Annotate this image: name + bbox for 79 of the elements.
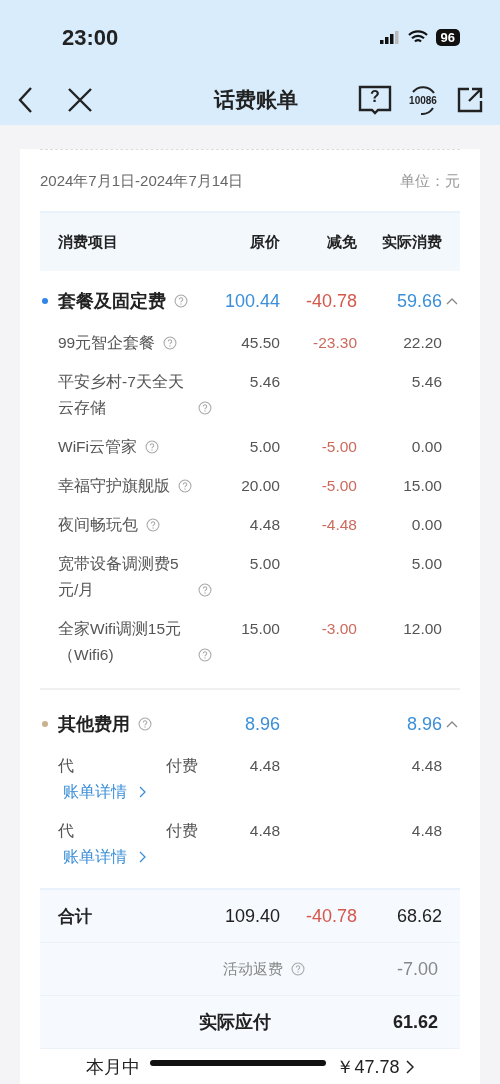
amount: 4.48 (410, 755, 442, 776)
item-name: WiFi云管家 (58, 436, 137, 457)
item-name: 付费 (166, 756, 198, 774)
item-name: 宽带设备调测费5元/月 (58, 553, 180, 600)
amount: 5.00 (410, 553, 442, 574)
item-name: 幸福守护旗舰版 (58, 475, 170, 496)
amount: 109.40 (223, 905, 280, 927)
amount: 100.44 (223, 290, 280, 312)
help-icon[interactable] (291, 962, 305, 976)
column-header: 实际消费 (381, 232, 442, 252)
discount: -3.00 (320, 618, 357, 639)
amount: 4.48 (248, 820, 280, 841)
hotline-button[interactable]: 10086 (406, 83, 440, 117)
amount: 61.62 (391, 1011, 439, 1033)
column-header: 原价 (249, 232, 280, 252)
amount: 15.00 (402, 475, 442, 496)
amount: 20.00 (240, 475, 280, 496)
help-icon[interactable] (178, 478, 192, 493)
help-icon[interactable] (198, 647, 212, 662)
group-name: 其他费用 (58, 713, 130, 736)
item-name: 夜间畅玩包 (58, 514, 138, 535)
amount: 8.96 (405, 713, 442, 735)
discount: -40.78 (304, 905, 357, 927)
amount: 12.00 (402, 618, 442, 639)
help-icon[interactable] (198, 400, 212, 415)
amount: 4.48 (248, 755, 280, 776)
rebate-label: 活动返费 (223, 959, 283, 979)
savings-text[interactable]: 本月中 (86, 1055, 141, 1079)
discount: -40.78 (304, 290, 357, 312)
amount: 45.50 (240, 332, 280, 353)
clock: 23:00 (62, 24, 119, 51)
payable-label: 实际应付 (198, 1011, 272, 1034)
group-name: 套餐及固定费 (58, 290, 166, 313)
discount: -23.30 (312, 332, 357, 353)
signal-icon (379, 30, 400, 45)
help-icon[interactable] (138, 717, 152, 731)
amount: 5.00 (248, 553, 280, 574)
bill-details-link[interactable]: 账单详情 (58, 846, 146, 868)
item-name: 平安乡村-7天全天云存储 (58, 371, 185, 418)
amount: 0.00 (410, 436, 442, 457)
share-button[interactable] (456, 86, 484, 114)
amount: 22.20 (402, 332, 442, 353)
battery-level: 96 (435, 29, 460, 46)
amount: 5.46 (248, 371, 280, 392)
help-icon[interactable] (163, 335, 178, 350)
page-title: 话费账单 (212, 87, 299, 113)
amount: 68.62 (395, 905, 442, 927)
help-icon[interactable] (174, 294, 188, 308)
help-icon[interactable] (145, 439, 159, 454)
column-header: 消费项目 (58, 232, 119, 252)
amount: 8.96 (243, 713, 280, 735)
amount: 4.48 (248, 514, 280, 535)
column-header: 减免 (326, 232, 357, 252)
item-name: 付费 (166, 821, 198, 839)
unit-label: 单位：元 (400, 172, 460, 191)
item-name: 99元智企套餐 (58, 332, 156, 353)
amount: 5.46 (410, 371, 442, 392)
wifi-icon (407, 30, 428, 45)
discount: -5.00 (320, 436, 357, 457)
discount: -4.48 (320, 514, 357, 535)
item-name: 全家Wifi调测15元（Wifi6) (58, 618, 183, 665)
discount: -5.00 (320, 475, 357, 496)
billing-period: 2024年7月1日-2024年7月14日 (40, 172, 244, 191)
item-name: 代 (58, 821, 74, 839)
amount: 0.00 (410, 514, 442, 535)
amount: -7.00 (395, 958, 439, 980)
savings-amount[interactable]: ￥47.78 (336, 1055, 400, 1079)
amount: 59.66 (395, 290, 442, 312)
amount: 15.00 (240, 618, 280, 639)
help-icon[interactable] (198, 582, 212, 597)
amount: 4.48 (410, 820, 442, 841)
bill-details-link[interactable]: 账单详情 (58, 781, 146, 803)
amount: 5.00 (248, 436, 280, 457)
total-label: 合计 (58, 905, 93, 928)
close-button[interactable] (66, 86, 94, 114)
help-book-button[interactable]: ? (358, 85, 392, 115)
chevron-icon[interactable] (405, 1060, 414, 1074)
item-name: 代 (58, 756, 74, 774)
help-icon[interactable] (146, 517, 160, 532)
